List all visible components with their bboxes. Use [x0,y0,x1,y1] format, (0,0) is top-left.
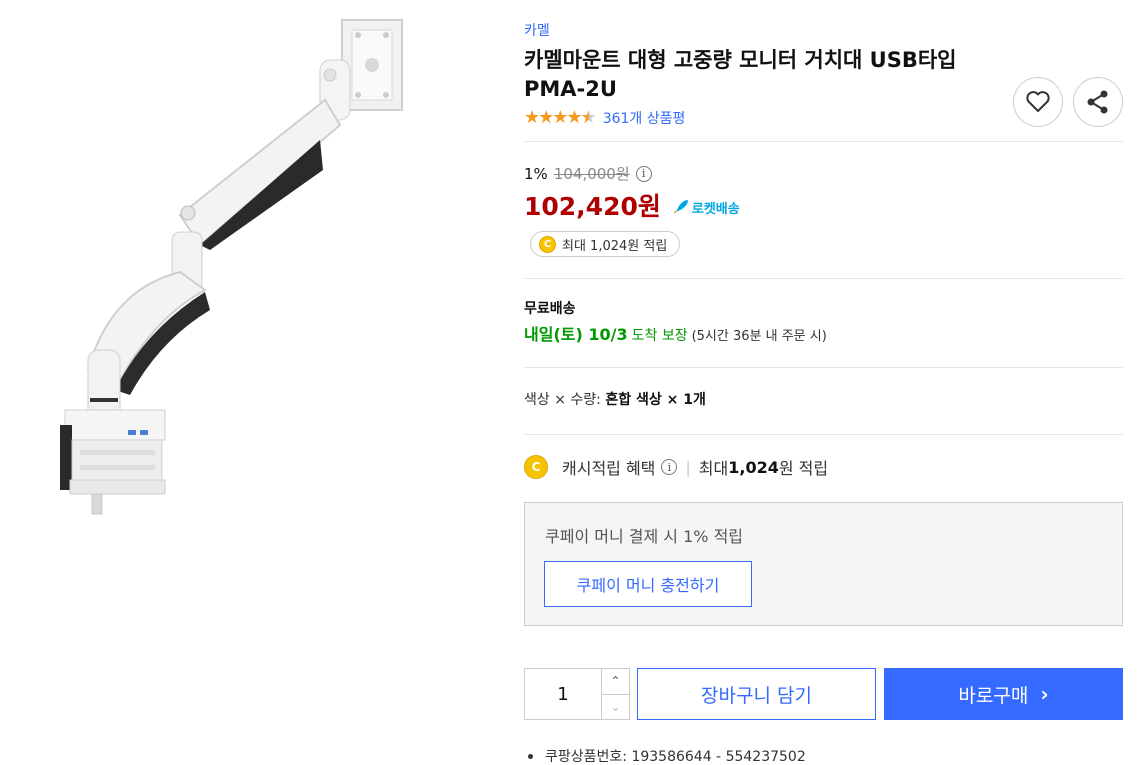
option-summary: 색상 × 수량: 혼합 색상 × 1개 [524,389,706,409]
divider [524,367,1123,368]
rating-row: ★★★★★ 361개 상품평 [524,107,685,128]
share-icon [1087,90,1108,114]
star-rating: ★★★★★ [524,107,597,128]
product-number-item: 쿠팡상품번호: 193586644 - 554237502 [524,746,806,765]
coin-icon: C [524,455,548,479]
quantity-steppers: ⌃ ⌄ [602,669,629,719]
delivery-row: 내일(토) 10/3 도착 보장 (5시간 36분 내 주문 시) [524,321,827,345]
separator: | [685,457,691,477]
clamp-base [60,409,166,515]
arrival-date: 내일(토) 10/3 [524,325,628,344]
upper-arm [178,98,342,250]
cash-amount: 1,024 [728,457,779,477]
vesa-plate [341,19,403,111]
quantity-down-button[interactable]: ⌄ [602,695,629,720]
cash-suffix: 원 적립 [778,459,829,478]
chevron-up-icon: ⌃ [610,674,621,689]
divider [524,141,1123,142]
coupay-text: 쿠페이 머니 결제 시 1% 적립 [545,527,744,546]
buy-now-button[interactable]: 바로구매 › [884,668,1123,720]
divider [524,278,1123,279]
buy-now-label: 바로구매 [958,684,1029,707]
product-image [60,19,403,515]
quantity-input[interactable]: 1 [525,669,602,719]
heart-icon [1026,91,1050,112]
product-title: 카멜마운트 대형 고중량 모니터 거치대 USB타입 PMA-2U [524,48,957,101]
price-row: 102,420원 로켓배송 [524,187,740,223]
divider [524,434,1123,435]
review-count-link[interactable]: 361개 상품평 [603,108,686,128]
wishlist-button[interactable] [1013,77,1063,127]
discount-row: 1% 104,000원 i [524,163,652,184]
cash-reward-label: 캐시적립 혜택 [562,459,656,478]
original-price: 104,000원 [553,165,630,183]
half-star-icon: ★ [580,107,597,128]
info-icon[interactable]: i [661,459,678,475]
arrival-guarantee: 도착 보장 [631,328,688,344]
cash-prefix: 최대 [698,459,729,478]
option-value: 혼합 색상 × 1개 [605,392,706,408]
coupay-panel: 쿠페이 머니 결제 시 1% 적립 쿠페이 머니 충전하기 [524,502,1123,626]
reward-text: 최대 1,024원 적립 [562,238,668,254]
rocket-icon [673,200,688,214]
bullet [528,753,533,759]
rocket-label: 로켓배송 [691,201,740,217]
chevron-down-icon: ⌄ [610,699,621,714]
product-number: 쿠팡상품번호: 193586644 - 554237502 [545,749,806,765]
option-label: 색상 × 수량: [524,392,606,408]
order-deadline-note: (5시간 36분 내 주문 시) [691,329,827,344]
coin-icon: C [539,235,556,253]
coupay-charge-button[interactable]: 쿠페이 머니 충전하기 [544,561,752,607]
sale-price: 102,420원 [524,192,661,221]
rocket-delivery-badge: 로켓배송 [673,198,740,217]
shipping-label: 무료배송 [524,301,576,317]
reward-badge: C 최대 1,024원 적립 [530,231,681,257]
add-to-cart-button[interactable]: 장바구니 담기 [637,668,876,720]
brand-link[interactable]: 카멜 [524,20,550,40]
share-button[interactable] [1073,77,1123,127]
quantity-up-button[interactable]: ⌃ [602,669,629,695]
info-icon[interactable]: i [635,165,652,182]
chevron-right-icon: › [1040,682,1049,706]
discount-rate: 1% [524,164,548,183]
cash-reward-row: C 캐시적립 혜택 i | 최대 1,024 원 적립 [524,455,828,479]
quantity-stepper: 1 ⌃ ⌄ [524,668,630,720]
